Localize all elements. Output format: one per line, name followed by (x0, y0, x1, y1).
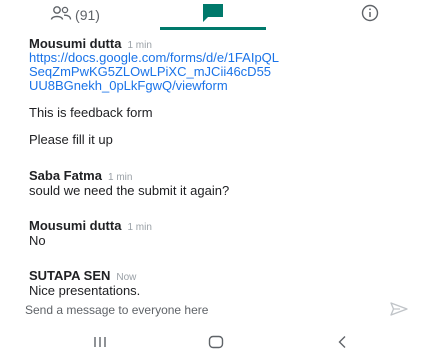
recents-icon (93, 335, 107, 353)
tab-chat[interactable] (185, 0, 241, 30)
info-icon (361, 4, 379, 27)
active-tab-indicator (160, 27, 266, 30)
message-text: sould we need the submit it again? (29, 183, 230, 198)
message-time: Now (116, 272, 137, 283)
people-icon (50, 5, 72, 26)
back-button[interactable] (322, 332, 362, 356)
send-icon (390, 301, 408, 321)
sender-name: Mousumi dutta (29, 36, 122, 51)
home-icon (208, 335, 224, 354)
system-nav-bar (0, 328, 425, 360)
message-group: Saba Fatma 1 min sould we need the submi… (29, 168, 409, 198)
message-text: No (29, 233, 46, 248)
message-text: This is feedback form (29, 105, 153, 120)
message-group: SUTAPA SEN Now Nice presentations. (29, 268, 409, 298)
tab-info[interactable] (350, 0, 390, 30)
people-count: (91) (75, 7, 100, 23)
message-time: 1 min (127, 222, 152, 233)
message-header: Mousumi dutta 1 min (29, 36, 409, 51)
message-input[interactable] (25, 300, 365, 320)
back-icon (337, 335, 347, 354)
message-header: Saba Fatma 1 min (29, 168, 409, 183)
recents-button[interactable] (80, 332, 120, 356)
message-text: Please fill it up (29, 132, 113, 147)
message-group: Mousumi dutta 1 min https://docs.google.… (29, 36, 409, 147)
tab-people[interactable]: (91) (40, 0, 110, 30)
tab-bar: (91) (0, 0, 425, 30)
sender-name: SUTAPA SEN (29, 268, 111, 283)
message-link[interactable]: https://docs.google.com/forms/d/e/1FAIpQ… (29, 51, 279, 93)
chat-messages: Mousumi dutta 1 min https://docs.google.… (29, 36, 409, 311)
message-group: Mousumi dutta 1 min No (29, 218, 409, 248)
sender-name: Saba Fatma (29, 168, 102, 183)
chat-icon (201, 3, 225, 28)
message-header: SUTAPA SEN Now (29, 268, 409, 283)
send-button[interactable] (388, 301, 410, 321)
home-button[interactable] (196, 332, 236, 356)
sender-name: Mousumi dutta (29, 218, 122, 233)
message-time: 1 min (107, 172, 133, 183)
compose-bar (0, 296, 425, 326)
message-header: Mousumi dutta 1 min (29, 218, 409, 233)
